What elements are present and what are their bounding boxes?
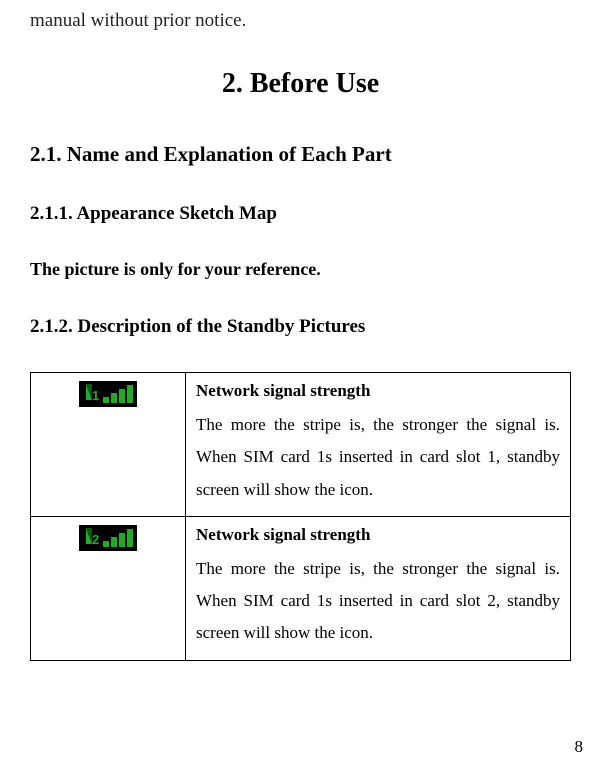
signal-strength-sim1-icon: 1 bbox=[79, 381, 137, 407]
svg-text:2: 2 bbox=[92, 532, 99, 547]
row2-body: The more the stripe is, the stronger the… bbox=[196, 553, 560, 650]
table-row: 2 Network signal strength The more the s… bbox=[31, 516, 571, 660]
row1-body: The more the stripe is, the stronger the… bbox=[196, 409, 560, 506]
icon-cell-sim1: 1 bbox=[31, 373, 186, 517]
chapter-heading: 2. Before Use bbox=[30, 68, 571, 100]
intro-fragment: manual without prior notice. bbox=[30, 10, 571, 32]
page-number: 8 bbox=[575, 737, 584, 757]
desc-cell-sim2: Network signal strength The more the str… bbox=[186, 516, 571, 660]
row2-title: Network signal strength bbox=[196, 525, 560, 545]
icon-cell-sim2: 2 bbox=[31, 516, 186, 660]
signal-strength-sim2-icon: 2 bbox=[79, 525, 137, 551]
desc-cell-sim1: Network signal strength The more the str… bbox=[186, 373, 571, 517]
table-row: 1 Network signal strength The more the s… bbox=[31, 373, 571, 517]
standby-pictures-table: 1 Network signal strength The more the s… bbox=[30, 372, 571, 661]
section-2-1-1-heading: 2.1.1. Appearance Sketch Map bbox=[30, 203, 571, 225]
section-2-1-heading: 2.1. Name and Explanation of Each Part bbox=[30, 142, 571, 167]
row1-title: Network signal strength bbox=[196, 381, 560, 401]
section-2-1-2-heading: 2.1.2. Description of the Standby Pictur… bbox=[30, 316, 571, 338]
svg-text:1: 1 bbox=[92, 388, 99, 403]
reference-note: The picture is only for your reference. bbox=[30, 259, 571, 280]
